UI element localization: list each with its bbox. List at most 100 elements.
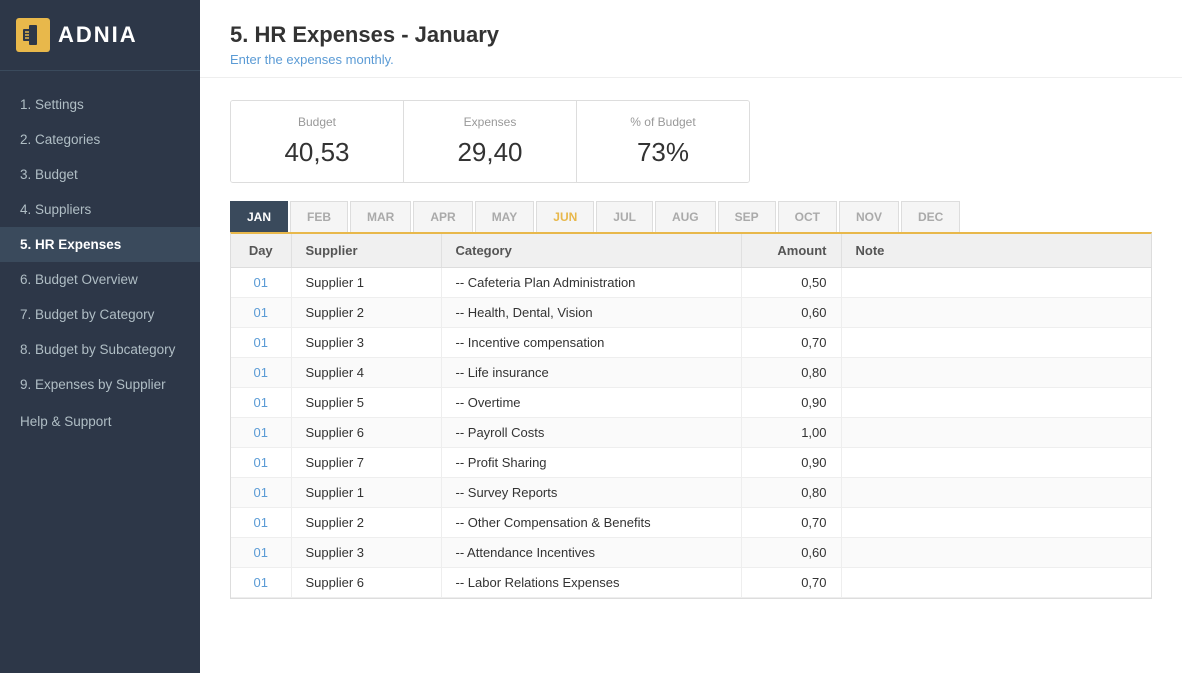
cell-supplier: Supplier 5 (291, 388, 441, 418)
cell-day: 01 (231, 568, 291, 598)
cell-note (841, 448, 1151, 478)
pct-budget-card: % of Budget 73% (577, 101, 749, 182)
cell-category: -- Profit Sharing (441, 448, 741, 478)
logo-icon (16, 18, 50, 52)
cell-note (841, 388, 1151, 418)
sidebar-item-budget-by-category[interactable]: 7. Budget by Category (0, 297, 200, 332)
table-row: 01 Supplier 6 -- Labor Relations Expense… (231, 568, 1151, 598)
cell-amount: 0,50 (741, 268, 841, 298)
col-header-supplier: Supplier (291, 234, 441, 268)
cell-supplier: Supplier 2 (291, 298, 441, 328)
budget-value: 40,53 (255, 137, 379, 168)
cell-supplier: Supplier 4 (291, 358, 441, 388)
cell-day: 01 (231, 358, 291, 388)
cell-supplier: Supplier 3 (291, 538, 441, 568)
sidebar-item-help-support[interactable]: Help & Support (0, 402, 200, 441)
budget-card: Budget 40,53 (231, 101, 404, 182)
sidebar-item-settings[interactable]: 1. Settings (0, 87, 200, 122)
sidebar-item-hr-expenses[interactable]: 5. HR Expenses (0, 227, 200, 262)
cell-note (841, 538, 1151, 568)
cell-category: -- Cafeteria Plan Administration (441, 268, 741, 298)
cell-day: 01 (231, 478, 291, 508)
page-subtitle: Enter the expenses monthly. (230, 52, 1152, 67)
cell-note (841, 298, 1151, 328)
sidebar-item-budget-by-subcategory[interactable]: 8. Budget by Subcategory (0, 332, 200, 367)
sidebar-item-budget[interactable]: 3. Budget (0, 157, 200, 192)
col-header-amount: Amount (741, 234, 841, 268)
tab-feb[interactable]: FEB (290, 201, 348, 232)
cell-amount: 0,70 (741, 568, 841, 598)
cell-amount: 0,80 (741, 358, 841, 388)
sidebar: ADNIA 1. Settings 2. Categories 3. Budge… (0, 0, 200, 673)
cell-amount: 0,90 (741, 448, 841, 478)
cell-supplier: Supplier 7 (291, 448, 441, 478)
cell-amount: 1,00 (741, 418, 841, 448)
cell-category: -- Health, Dental, Vision (441, 298, 741, 328)
cell-day: 01 (231, 328, 291, 358)
expenses-card: Expenses 29,40 (404, 101, 577, 182)
table-row: 01 Supplier 4 -- Life insurance 0,80 (231, 358, 1151, 388)
table-row: 01 Supplier 2 -- Health, Dental, Vision … (231, 298, 1151, 328)
tab-mar[interactable]: MAR (350, 201, 411, 232)
page-header: 5. HR Expenses - January Enter the expen… (200, 0, 1182, 78)
tab-jun[interactable]: JUN (536, 201, 594, 232)
table-row: 01 Supplier 2 -- Other Compensation & Be… (231, 508, 1151, 538)
cell-day: 01 (231, 418, 291, 448)
cell-category: -- Other Compensation & Benefits (441, 508, 741, 538)
tab-jan[interactable]: JAN (230, 201, 288, 232)
cell-note (841, 358, 1151, 388)
col-header-day: Day (231, 234, 291, 268)
sidebar-logo: ADNIA (0, 0, 200, 71)
cell-category: -- Attendance Incentives (441, 538, 741, 568)
cell-day: 01 (231, 448, 291, 478)
cell-day: 01 (231, 268, 291, 298)
cell-note (841, 478, 1151, 508)
table-row: 01 Supplier 7 -- Profit Sharing 0,90 (231, 448, 1151, 478)
cell-supplier: Supplier 2 (291, 508, 441, 538)
cell-supplier: Supplier 3 (291, 328, 441, 358)
tab-aug[interactable]: AUG (655, 201, 716, 232)
cell-category: -- Incentive compensation (441, 328, 741, 358)
pct-value: 73% (601, 137, 725, 168)
table-row: 01 Supplier 6 -- Payroll Costs 1,00 (231, 418, 1151, 448)
table-body: 01 Supplier 1 -- Cafeteria Plan Administ… (231, 268, 1151, 598)
cell-day: 01 (231, 298, 291, 328)
cell-amount: 0,60 (741, 538, 841, 568)
cell-amount: 0,90 (741, 388, 841, 418)
cell-category: -- Overtime (441, 388, 741, 418)
sidebar-item-categories[interactable]: 2. Categories (0, 122, 200, 157)
page-title: 5. HR Expenses - January (230, 22, 1152, 48)
cell-note (841, 328, 1151, 358)
col-header-note: Note (841, 234, 1151, 268)
tab-oct[interactable]: OCT (778, 201, 837, 232)
expenses-table-wrap: Day Supplier Category Amount Note 01 Sup… (230, 232, 1152, 599)
logo-text: ADNIA (58, 22, 138, 48)
table-row: 01 Supplier 1 -- Survey Reports 0,80 (231, 478, 1151, 508)
cell-note (841, 418, 1151, 448)
cell-supplier: Supplier 1 (291, 478, 441, 508)
tab-jul[interactable]: JUL (596, 201, 653, 232)
summary-cards: Budget 40,53 Expenses 29,40 % of Budget … (230, 100, 750, 183)
cell-note (841, 508, 1151, 538)
tab-dec[interactable]: DEC (901, 201, 960, 232)
budget-label: Budget (255, 115, 379, 129)
cell-amount: 0,70 (741, 328, 841, 358)
cell-category: -- Life insurance (441, 358, 741, 388)
tab-apr[interactable]: APR (413, 201, 472, 232)
cell-supplier: Supplier 1 (291, 268, 441, 298)
cell-category: -- Survey Reports (441, 478, 741, 508)
expenses-value: 29,40 (428, 137, 552, 168)
expenses-label: Expenses (428, 115, 552, 129)
sidebar-item-suppliers[interactable]: 4. Suppliers (0, 192, 200, 227)
cell-day: 01 (231, 508, 291, 538)
tab-nov[interactable]: NOV (839, 201, 899, 232)
sidebar-item-budget-overview[interactable]: 6. Budget Overview (0, 262, 200, 297)
table-row: 01 Supplier 3 -- Incentive compensation … (231, 328, 1151, 358)
tab-may[interactable]: MAY (475, 201, 535, 232)
cell-amount: 0,70 (741, 508, 841, 538)
expenses-table: Day Supplier Category Amount Note 01 Sup… (231, 234, 1151, 598)
tab-sep[interactable]: SEP (718, 201, 776, 232)
sidebar-item-expenses-by-supplier[interactable]: 9. Expenses by Supplier (0, 367, 200, 402)
sidebar-nav: 1. Settings 2. Categories 3. Budget 4. S… (0, 71, 200, 673)
cell-supplier: Supplier 6 (291, 568, 441, 598)
